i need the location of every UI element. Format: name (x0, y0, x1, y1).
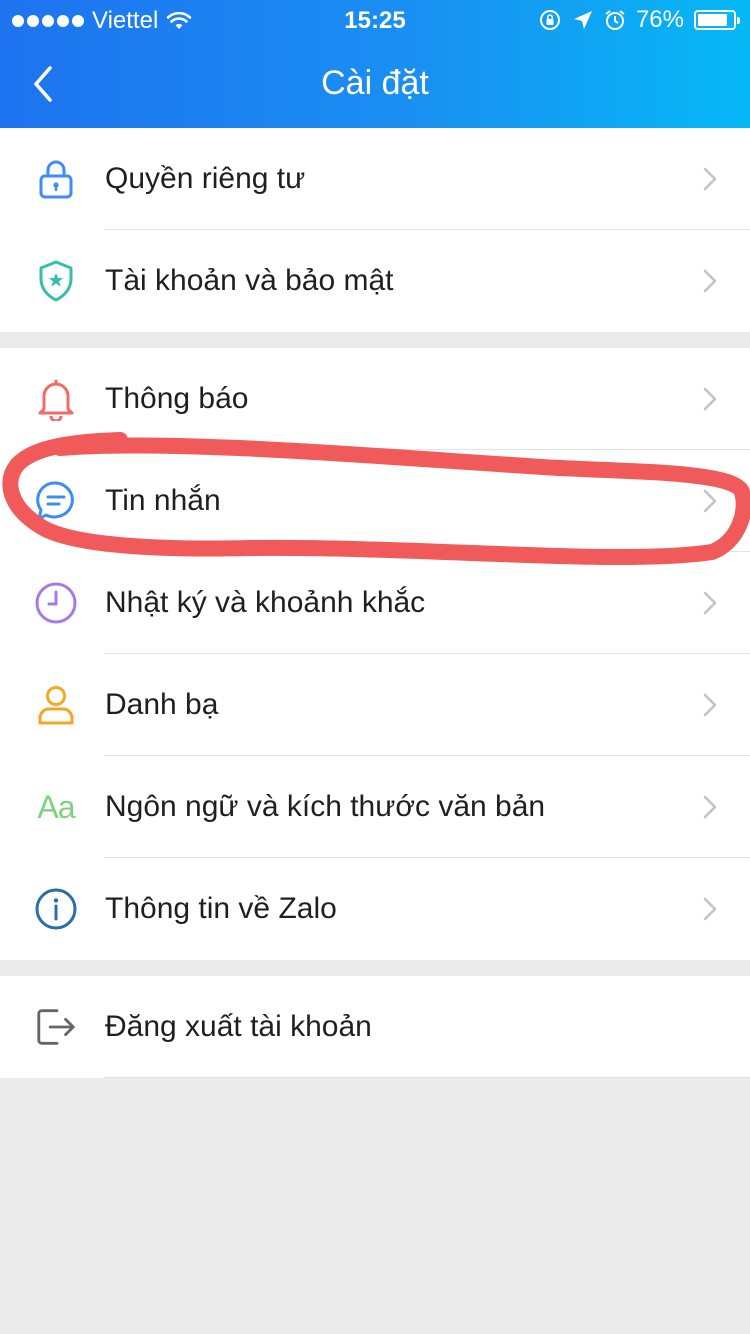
logout-button[interactable]: Đăng xuất tài khoản (0, 976, 750, 1078)
settings-item-privacy[interactable]: Quyền riêng tư (0, 128, 750, 230)
chat-bubble-icon (34, 479, 78, 523)
person-icon (34, 683, 78, 727)
settings-group-privacy: Quyền riêng tư Tài khoản và bảo mật (0, 128, 750, 332)
app-header: Viettel 15:25 76% Cài đặt (0, 0, 750, 128)
status-right: 76% (538, 6, 740, 34)
rotation-lock-icon (539, 10, 560, 30)
chevron-right-icon (703, 489, 717, 513)
settings-group-logout: Đăng xuất tài khoản (0, 976, 750, 1078)
settings-item-label: Đăng xuất tài khoản (105, 1010, 372, 1043)
chevron-right-icon (703, 897, 717, 921)
chevron-right-icon (703, 591, 717, 615)
logout-icon (34, 1005, 78, 1049)
lock-icon (34, 157, 78, 201)
settings-item-contacts[interactable]: Danh bạ (0, 654, 750, 756)
settings-item-label: Ngôn ngữ và kích thước văn bản (105, 790, 546, 823)
chevron-right-icon (703, 387, 717, 411)
chevron-right-icon (703, 693, 717, 717)
chevron-right-icon (703, 795, 717, 819)
page-title: Cài đặt (321, 64, 429, 102)
settings-item-diary-moments[interactable]: Nhật ký và khoảnh khắc (0, 552, 750, 654)
settings-item-label: Tài khoản và bảo mật (105, 264, 394, 297)
settings-item-label: Thông báo (105, 382, 249, 415)
location-arrow-icon (573, 11, 592, 29)
battery-icon (694, 10, 740, 30)
settings-item-about-zalo[interactable]: Thông tin về Zalo (0, 858, 750, 960)
battery-percentage: 76% (635, 6, 684, 33)
settings-item-label: Thông tin về Zalo (105, 892, 337, 925)
status-bar: Viettel 15:25 76% (0, 0, 750, 40)
bell-icon (34, 377, 78, 421)
settings-item-label: Danh bạ (105, 688, 219, 721)
chevron-right-icon (703, 167, 717, 191)
font-size-icon: Aa (37, 788, 75, 825)
chevron-right-icon (703, 269, 717, 293)
settings-group-general: Thông báo Tin nhắn Nhật ký và khoảnh khắ… (0, 348, 750, 960)
settings-item-label: Quyền riêng tư (105, 162, 306, 195)
clock-icon (34, 581, 78, 625)
settings-item-messages[interactable]: Tin nhắn (0, 450, 750, 552)
settings-item-account-security[interactable]: Tài khoản và bảo mật (0, 230, 750, 332)
settings-item-label: Tin nhắn (105, 484, 221, 517)
info-icon (34, 887, 78, 931)
alarm-icon (605, 10, 625, 30)
settings-item-notifications[interactable]: Thông báo (0, 348, 750, 450)
shield-icon (34, 259, 78, 303)
settings-item-label: Nhật ký và khoảnh khắc (105, 586, 426, 619)
settings-item-language-text-size[interactable]: Aa Ngôn ngữ và kích thước văn bản (0, 756, 750, 858)
